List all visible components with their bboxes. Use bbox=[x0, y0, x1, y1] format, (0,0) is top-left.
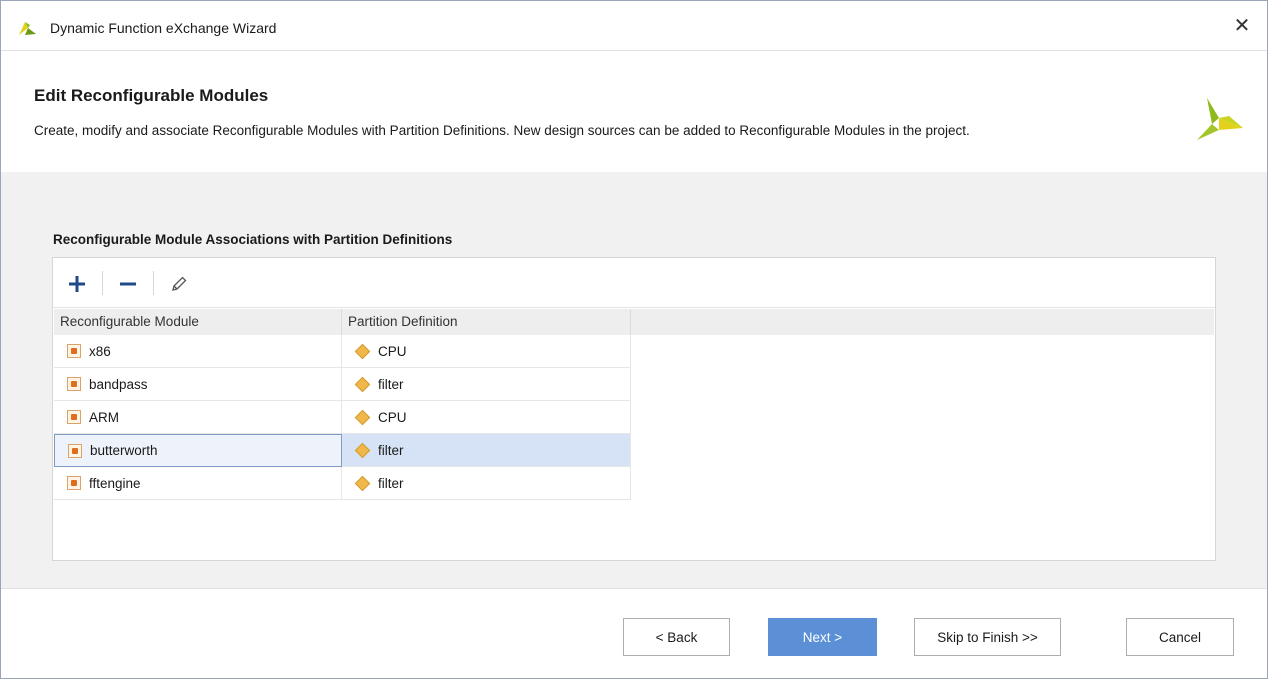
table-row[interactable]: ARM CPU bbox=[54, 401, 631, 434]
window-title: Dynamic Function eXchange Wizard bbox=[50, 20, 277, 36]
next-button[interactable]: Next > bbox=[768, 618, 877, 656]
module-name: ARM bbox=[89, 409, 119, 425]
module-name: fftengine bbox=[89, 475, 141, 491]
add-button[interactable] bbox=[62, 270, 92, 298]
module-icon bbox=[67, 377, 81, 391]
table-row[interactable]: bandpass filter bbox=[54, 368, 631, 401]
close-button[interactable]: ✕ bbox=[1229, 13, 1255, 39]
skip-to-finish-button[interactable]: Skip to Finish >> bbox=[914, 618, 1061, 656]
grid-header: Reconfigurable Module Partition Definiti… bbox=[54, 309, 1214, 335]
partition-name: CPU bbox=[378, 409, 407, 425]
plus-icon bbox=[69, 276, 85, 292]
pencil-icon bbox=[172, 276, 187, 291]
wizard-window: Dynamic Function eXchange Wizard ✕ Edit … bbox=[0, 0, 1268, 679]
module-icon bbox=[67, 344, 81, 358]
title-bar: Dynamic Function eXchange Wizard ✕ bbox=[1, 1, 1267, 51]
module-icon bbox=[68, 443, 82, 458]
partition-diamond-icon bbox=[354, 343, 371, 359]
section-title: Reconfigurable Module Associations with … bbox=[53, 232, 453, 247]
partition-cell: filter bbox=[342, 368, 631, 401]
wizard-footer: < Back Next > Skip to Finish >> Cancel bbox=[1, 588, 1267, 678]
cancel-button[interactable]: Cancel bbox=[1126, 618, 1234, 656]
module-icon bbox=[67, 476, 81, 490]
partition-name: filter bbox=[378, 376, 404, 392]
remove-button[interactable] bbox=[113, 270, 143, 298]
partition-name: CPU bbox=[378, 343, 407, 359]
toolbar-divider bbox=[102, 271, 103, 295]
partition-cell: filter bbox=[342, 467, 631, 500]
partition-diamond-icon bbox=[354, 376, 371, 392]
module-cell: fftengine bbox=[54, 467, 342, 500]
column-header-partition[interactable]: Partition Definition bbox=[342, 309, 631, 335]
module-cell: ARM bbox=[54, 401, 342, 434]
partition-cell: CPU bbox=[342, 335, 631, 368]
edit-button[interactable] bbox=[164, 270, 194, 298]
partition-diamond-icon bbox=[354, 409, 371, 425]
content-panel: Reconfigurable Module Associations with … bbox=[1, 172, 1267, 588]
associations-table: Reconfigurable Module Partition Definiti… bbox=[52, 257, 1216, 561]
partition-cell: CPU bbox=[342, 401, 631, 434]
module-cell: butterworth bbox=[54, 434, 342, 467]
module-name: x86 bbox=[89, 343, 111, 359]
module-cell: x86 bbox=[54, 335, 342, 368]
partition-name: filter bbox=[378, 442, 404, 458]
module-name: butterworth bbox=[90, 443, 158, 458]
table-row[interactable]: fftengine filter bbox=[54, 467, 631, 500]
partition-diamond-icon bbox=[354, 475, 371, 491]
module-cell: bandpass bbox=[54, 368, 342, 401]
partition-diamond-icon bbox=[354, 442, 371, 458]
minus-icon bbox=[120, 282, 136, 286]
column-header-module[interactable]: Reconfigurable Module bbox=[54, 309, 342, 335]
page-description: Create, modify and associate Reconfigura… bbox=[34, 123, 970, 138]
table-row-selected[interactable]: butterworth filter bbox=[54, 434, 631, 467]
wizard-header: Edit Reconfigurable Modules Create, modi… bbox=[1, 52, 1267, 172]
vivado-logo-icon bbox=[1197, 98, 1243, 140]
vivado-logo-icon bbox=[19, 22, 36, 35]
page-title: Edit Reconfigurable Modules bbox=[34, 86, 269, 105]
partition-cell: filter bbox=[342, 434, 631, 467]
toolbar-divider bbox=[153, 271, 154, 295]
back-button[interactable]: < Back bbox=[623, 618, 730, 656]
table-row[interactable]: x86 CPU bbox=[54, 335, 631, 368]
partition-name: filter bbox=[378, 475, 404, 491]
module-name: bandpass bbox=[89, 376, 148, 392]
table-toolbar bbox=[53, 258, 1215, 308]
module-icon bbox=[67, 410, 81, 424]
